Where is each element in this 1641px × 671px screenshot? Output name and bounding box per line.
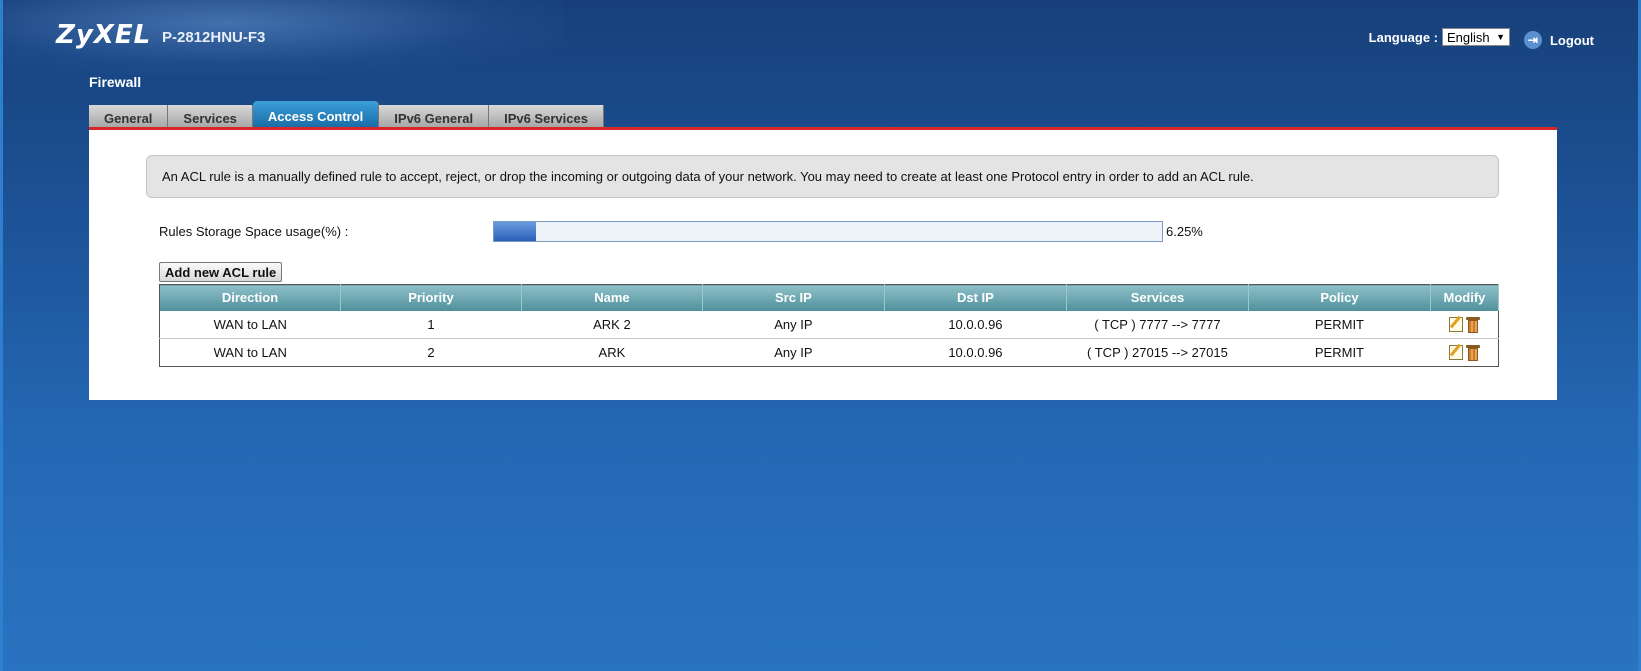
cell-direction: WAN to LAN <box>213 344 287 360</box>
edit-icon[interactable] <box>1448 344 1463 360</box>
cell-policy: PERMIT <box>1314 344 1365 360</box>
brand-logo: ZyXEL <box>56 20 152 50</box>
model-name: P-2812HNU-F3 <box>162 29 266 46</box>
column-header-modify: Modify <box>1430 284 1500 311</box>
logout-label: Logout <box>1549 32 1594 48</box>
trash-icon[interactable] <box>1465 316 1480 333</box>
cell-modify <box>1430 338 1498 366</box>
usage-label: Rules Storage Space usage(%) : <box>159 224 349 239</box>
table-row: WAN to LAN 2 ARK Any IP 10.0.0.96 ( TCP … <box>160 338 1499 366</box>
language-selector-group: Language : English ▼ <box>1369 28 1510 46</box>
dropdown-arrow-icon: ▼ <box>1496 32 1505 42</box>
column-header-policy: Policy <box>1248 284 1431 311</box>
edit-icon[interactable] <box>1448 316 1463 332</box>
cell-priority: 1 <box>340 310 522 339</box>
logout-link[interactable]: ⇥ Logout <box>1523 31 1594 49</box>
acl-rules-table: Direction Priority Name Src IP Dst IP Se… <box>159 284 1500 367</box>
cell-modify <box>1430 310 1499 339</box>
language-value: English <box>1447 29 1490 45</box>
cell-dst-ip: 10.0.0.96 <box>948 344 1003 360</box>
add-acl-rule-button[interactable]: Add new ACL rule <box>159 262 283 282</box>
column-header-src-ip: Src IP <box>702 284 885 311</box>
column-header-priority: Priority <box>340 284 522 311</box>
usage-progress-fill <box>494 222 536 241</box>
language-label: Language : <box>1368 29 1438 45</box>
usage-progress-bar <box>493 221 1163 242</box>
cell-src-ip: Any IP <box>774 344 813 360</box>
cell-services: ( TCP ) 27015 --> 27015 <box>1087 344 1228 360</box>
logout-icon: ⇥ <box>1523 31 1542 49</box>
cell-dst-ip: 10.0.0.96 <box>884 310 1067 339</box>
trash-icon[interactable] <box>1465 344 1480 361</box>
column-header-direction: Direction <box>159 284 341 311</box>
language-select[interactable]: English ▼ <box>1442 28 1510 46</box>
cell-priority: 2 <box>427 344 435 360</box>
content-panel: An ACL rule is a manually defined rule t… <box>89 127 1557 400</box>
cell-policy: PERMIT <box>1248 310 1431 339</box>
page-title: Firewall <box>89 74 142 90</box>
cell-services: ( TCP ) 7777 --> 7777 <box>1066 310 1249 339</box>
cell-src-ip: Any IP <box>702 310 885 339</box>
column-header-name: Name <box>521 284 703 311</box>
column-header-dst-ip: Dst IP <box>884 284 1067 311</box>
table-row: WAN to LAN 1 ARK 2 Any IP 10.0.0.96 ( TC… <box>159 310 1499 339</box>
column-header-services: Services <box>1066 284 1249 311</box>
usage-value: 6.25% <box>1166 224 1203 239</box>
cell-name: ARK <box>598 344 626 360</box>
cell-direction: WAN to LAN <box>159 310 341 339</box>
info-message: An ACL rule is a manually defined rule t… <box>146 155 1499 198</box>
cell-name: ARK 2 <box>521 310 703 339</box>
table-header-row: Direction Priority Name Src IP Dst IP Se… <box>159 284 1500 311</box>
